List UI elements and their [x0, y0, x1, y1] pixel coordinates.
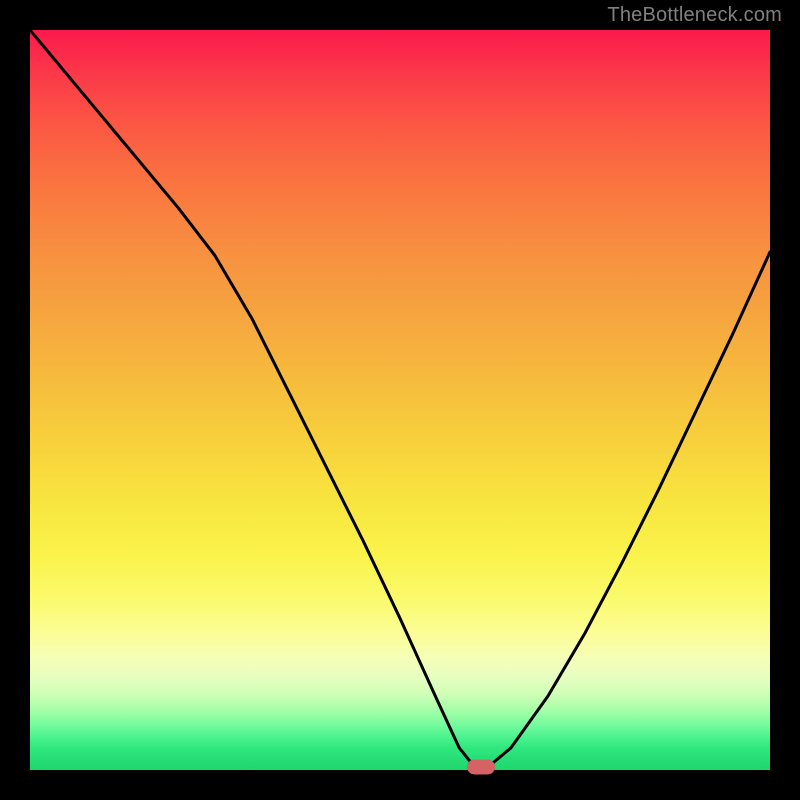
bottleneck-curve-path [30, 30, 770, 766]
chart-frame: TheBottleneck.com [0, 0, 800, 800]
watermark-text: TheBottleneck.com [607, 4, 782, 27]
plot-area [30, 30, 770, 770]
optimal-marker [467, 760, 495, 775]
bottleneck-curve [30, 30, 770, 770]
